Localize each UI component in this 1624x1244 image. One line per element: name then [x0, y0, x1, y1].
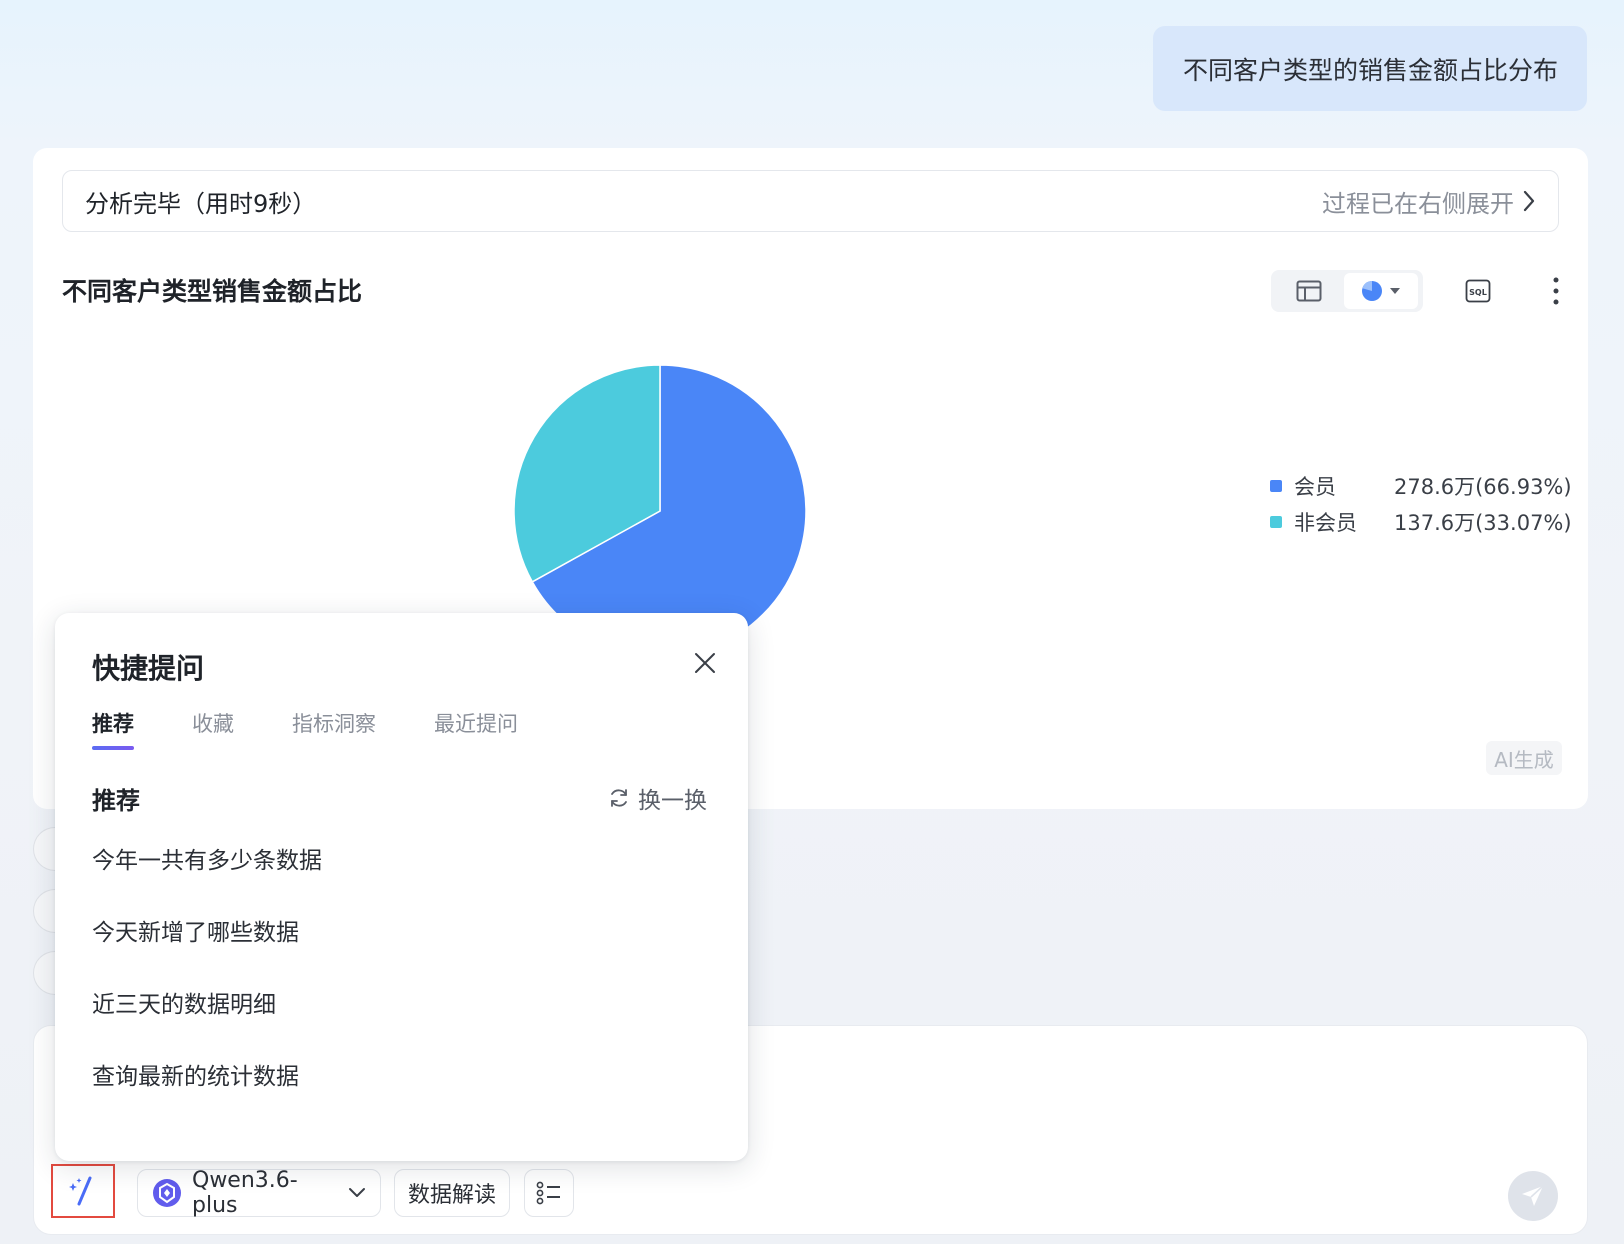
quick-question-button[interactable] — [51, 1164, 115, 1218]
question-list-button[interactable] — [524, 1169, 574, 1217]
suggested-question[interactable]: 近三天的数据明细 — [92, 990, 322, 1062]
numbered-list-icon — [536, 1181, 560, 1205]
chevron-right-icon — [1523, 190, 1535, 212]
sql-button[interactable]: SQL — [1458, 273, 1498, 309]
sql-icon: SQL — [1465, 279, 1491, 303]
model-name: Qwen3.6-plus — [192, 1168, 298, 1218]
suggested-question[interactable]: 查询最新的统计数据 — [92, 1062, 322, 1134]
suggested-question[interactable]: 今天新增了哪些数据 — [92, 918, 322, 990]
legend-name: 非会员 — [1294, 511, 1357, 535]
model-logo-icon — [153, 1179, 181, 1207]
magic-wand-icon — [69, 1176, 92, 1206]
model-select[interactable]: Qwen3.6-plus — [137, 1168, 381, 1218]
data-interpret-button[interactable]: 数据解读 — [394, 1169, 510, 1217]
table-view-button[interactable] — [1274, 273, 1344, 309]
more-options-button[interactable] — [1546, 271, 1566, 311]
section-title: 推荐 — [92, 787, 140, 815]
quick-question-popup: 快捷提问 推荐 收藏 指标洞察 最近提问 推荐 换一换 今年一共有多少条数据 今… — [55, 613, 748, 1161]
chart-type-dropdown[interactable] — [1344, 273, 1418, 309]
popup-title: 快捷提问 — [92, 652, 205, 685]
tab-recommend[interactable]: 推荐 — [92, 708, 134, 750]
refresh-icon — [611, 789, 627, 807]
analysis-status-text: 分析完毕（用时9秒） — [85, 189, 317, 218]
tab-recent-questions[interactable]: 最近提问 — [434, 708, 518, 750]
legend-value: 278.6万(66.93%) — [1394, 475, 1572, 499]
close-icon — [695, 653, 715, 673]
process-expand-label: 过程已在右侧展开 — [1322, 189, 1514, 218]
caret-down-icon — [1390, 288, 1400, 294]
legend-item-non-member[interactable]: 非会员 137.6万(33.07%) — [1270, 504, 1572, 540]
legend-name: 会员 — [1294, 475, 1336, 499]
analysis-status-bar[interactable]: 分析完毕（用时9秒） 过程已在右侧展开 — [62, 170, 1559, 232]
close-button[interactable] — [691, 649, 719, 677]
view-toggle — [1271, 270, 1423, 312]
tab-metric-insights[interactable]: 指标洞察 — [292, 708, 376, 750]
user-message-text: 不同客户类型的销售金额占比分布 — [1183, 55, 1559, 85]
chart-title: 不同客户类型销售金额占比 — [62, 277, 363, 306]
process-expand-link[interactable]: 过程已在右侧展开 — [1322, 184, 1536, 219]
question-list: 今年一共有多少条数据 今天新增了哪些数据 近三天的数据明细 查询最新的统计数据 — [92, 846, 322, 1134]
legend-value: 137.6万(33.07%) — [1394, 511, 1572, 535]
send-icon — [1522, 1185, 1544, 1206]
legend-swatch — [1270, 516, 1282, 528]
legend-swatch — [1270, 480, 1282, 492]
svg-text:SQL: SQL — [1469, 288, 1487, 297]
legend-item-member[interactable]: 会员 278.6万(66.93%) — [1270, 468, 1572, 504]
refresh-button[interactable]: 换一换 — [608, 781, 707, 815]
user-message-bubble: 不同客户类型的销售金额占比分布 — [1153, 26, 1587, 111]
chart-legend: 会员 278.6万(66.93%) 非会员 137.6万(33.07%) — [1270, 468, 1572, 540]
suggested-question[interactable]: 今年一共有多少条数据 — [92, 846, 322, 918]
ai-generated-badge: AI生成 — [1486, 741, 1562, 775]
refresh-label: 换一换 — [638, 788, 707, 814]
table-icon — [1296, 280, 1322, 302]
more-vertical-icon — [1553, 277, 1559, 305]
send-button[interactable] — [1508, 1171, 1558, 1221]
popup-tabs: 推荐 收藏 指标洞察 最近提问 — [92, 708, 576, 750]
pie-chart-icon — [1362, 281, 1382, 301]
tab-favorites[interactable]: 收藏 — [192, 708, 234, 750]
chevron-down-icon — [349, 1188, 365, 1197]
